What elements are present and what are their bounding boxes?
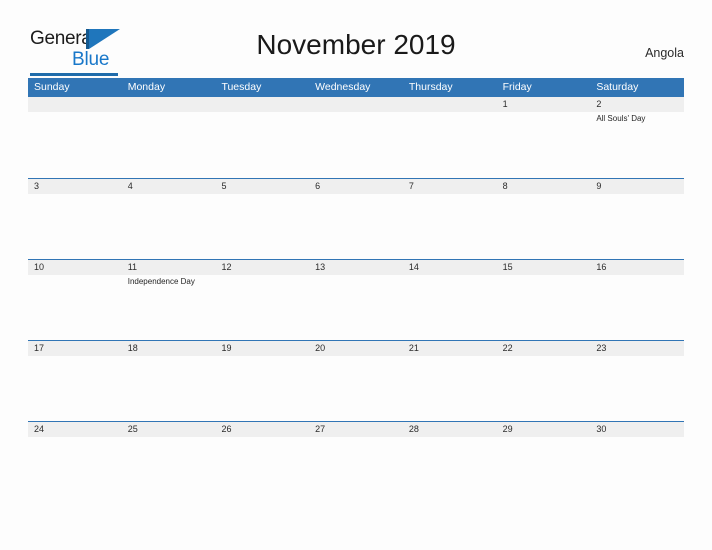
day-number bbox=[315, 97, 403, 112]
day-number: 21 bbox=[408, 343, 419, 353]
day-number: 10 bbox=[34, 262, 45, 272]
calendar-weeks: 1 2 All Souls' Day 3 4 5 6 7 8 9 10 11 Independence … bbox=[28, 97, 684, 502]
weekday-header-monday: Monday bbox=[127, 81, 166, 93]
calendar-day-cell[interactable] bbox=[122, 97, 216, 178]
week-cells: 24 25 26 27 28 29 30 bbox=[28, 422, 684, 503]
holiday-label: All Souls' Day bbox=[596, 114, 646, 123]
calendar-day-cell[interactable]: 4 bbox=[122, 179, 216, 260]
calendar-day-cell[interactable]: 9 bbox=[590, 179, 684, 260]
calendar-day-cell[interactable]: 5 bbox=[215, 179, 309, 260]
day-number: 5 bbox=[221, 181, 227, 191]
calendar-day-cell[interactable]: 26 bbox=[215, 422, 309, 503]
week-cells: 1 2 All Souls' Day bbox=[28, 97, 684, 178]
holiday-label: Independence Day bbox=[127, 277, 195, 286]
calendar-day-cell[interactable]: 30 bbox=[590, 422, 684, 503]
calendar-day-cell[interactable]: 8 bbox=[497, 179, 591, 260]
calendar-day-cell[interactable]: 28 bbox=[403, 422, 497, 503]
calendar-week-row: 17 18 19 20 21 22 23 bbox=[28, 340, 684, 421]
calendar-day-cell[interactable]: 21 bbox=[403, 341, 497, 422]
calendar-day-cell[interactable]: 27 bbox=[309, 422, 403, 503]
calendar-day-cell[interactable]: 16 bbox=[590, 260, 684, 341]
calendar-day-cell[interactable]: 13 bbox=[309, 260, 403, 341]
calendar-day-cell[interactable]: 22 bbox=[497, 341, 591, 422]
calendar-day-cell[interactable]: 17 bbox=[28, 341, 122, 422]
day-number: 14 bbox=[408, 262, 419, 272]
day-number bbox=[221, 97, 309, 112]
calendar-day-cell[interactable]: 11 Independence Day bbox=[122, 260, 216, 341]
day-number: 6 bbox=[315, 181, 321, 191]
day-number: 30 bbox=[596, 424, 607, 434]
calendar-page: General Blue November 2019 Angola Sunday… bbox=[0, 0, 712, 550]
day-number: 9 bbox=[596, 181, 602, 191]
day-number: 26 bbox=[221, 424, 232, 434]
day-number: 29 bbox=[502, 424, 513, 434]
day-number: 4 bbox=[127, 181, 133, 191]
weekday-header-wednesday: Wednesday bbox=[315, 81, 371, 93]
calendar-day-cell[interactable]: 25 bbox=[122, 422, 216, 503]
calendar-day-cell[interactable]: 19 bbox=[215, 341, 309, 422]
calendar-day-cell[interactable]: 6 bbox=[309, 179, 403, 260]
day-number: 18 bbox=[127, 343, 138, 353]
day-number: 15 bbox=[502, 262, 513, 272]
calendar-day-cell[interactable]: 15 bbox=[497, 260, 591, 341]
day-number: 27 bbox=[315, 424, 326, 434]
calendar-day-cell[interactable]: 10 bbox=[28, 260, 122, 341]
day-number: 19 bbox=[221, 343, 232, 353]
calendar-grid: Sunday Monday Tuesday Wednesday Thursday… bbox=[28, 78, 684, 502]
calendar-day-cell[interactable] bbox=[28, 97, 122, 178]
calendar-day-cell[interactable]: 24 bbox=[28, 422, 122, 503]
calendar-day-cell[interactable]: 29 bbox=[497, 422, 591, 503]
calendar-day-cell[interactable] bbox=[309, 97, 403, 178]
day-number bbox=[128, 97, 216, 112]
day-number: 20 bbox=[315, 343, 326, 353]
day-number: 22 bbox=[502, 343, 513, 353]
weekday-header-saturday: Saturday bbox=[596, 81, 639, 93]
day-number: 3 bbox=[34, 181, 40, 191]
calendar-day-cell[interactable]: 12 bbox=[215, 260, 309, 341]
calendar-day-cell[interactable] bbox=[215, 97, 309, 178]
calendar-day-cell[interactable]: 3 bbox=[28, 179, 122, 260]
weekday-header-friday: Friday bbox=[502, 81, 532, 93]
day-number: 11 bbox=[127, 262, 138, 272]
day-number: 2 bbox=[596, 99, 602, 109]
calendar-day-cell[interactable]: 2 All Souls' Day bbox=[590, 97, 684, 178]
day-number: 17 bbox=[34, 343, 45, 353]
calendar-day-cell[interactable]: 18 bbox=[122, 341, 216, 422]
day-number: 16 bbox=[596, 262, 607, 272]
calendar-day-cell[interactable] bbox=[403, 97, 497, 178]
calendar-day-cell[interactable]: 7 bbox=[403, 179, 497, 260]
page-title: November 2019 bbox=[256, 29, 456, 60]
day-events: All Souls' Day bbox=[596, 112, 684, 124]
weekday-header-sunday: Sunday bbox=[34, 81, 70, 93]
day-number: 1 bbox=[502, 99, 508, 109]
logo-underline-bar bbox=[30, 73, 118, 76]
week-cells: 10 11 Independence Day 12 13 14 15 16 bbox=[28, 260, 684, 341]
day-number: 13 bbox=[315, 262, 326, 272]
day-number: 24 bbox=[34, 424, 45, 434]
week-cells: 17 18 19 20 21 22 23 bbox=[28, 341, 684, 422]
weekday-header-row: Sunday Monday Tuesday Wednesday Thursday… bbox=[28, 78, 684, 97]
calendar-week-row: 24 25 26 27 28 29 30 bbox=[28, 421, 684, 502]
page-header: General Blue November 2019 Angola bbox=[0, 0, 712, 76]
calendar-week-row: 10 11 Independence Day 12 13 14 15 16 bbox=[28, 259, 684, 340]
day-number: 28 bbox=[408, 424, 419, 434]
day-events: Independence Day bbox=[128, 275, 216, 287]
day-number: 25 bbox=[127, 424, 138, 434]
calendar-day-cell[interactable]: 1 bbox=[497, 97, 591, 178]
country-label: Angola bbox=[645, 46, 684, 60]
day-number bbox=[34, 97, 122, 112]
weekday-header-tuesday: Tuesday bbox=[221, 81, 262, 93]
week-cells: 3 4 5 6 7 8 9 bbox=[28, 179, 684, 260]
calendar-week-row: 3 4 5 6 7 8 9 bbox=[28, 178, 684, 259]
day-number bbox=[409, 97, 497, 112]
weekday-header-thursday: Thursday bbox=[408, 81, 453, 93]
day-number: 12 bbox=[221, 262, 232, 272]
calendar-day-cell[interactable]: 14 bbox=[403, 260, 497, 341]
calendar-week-row: 1 2 All Souls' Day bbox=[28, 97, 684, 178]
day-number: 7 bbox=[408, 181, 414, 191]
day-number: 23 bbox=[596, 343, 607, 353]
day-number: 8 bbox=[502, 181, 508, 191]
calendar-day-cell[interactable]: 20 bbox=[309, 341, 403, 422]
calendar-day-cell[interactable]: 23 bbox=[590, 341, 684, 422]
